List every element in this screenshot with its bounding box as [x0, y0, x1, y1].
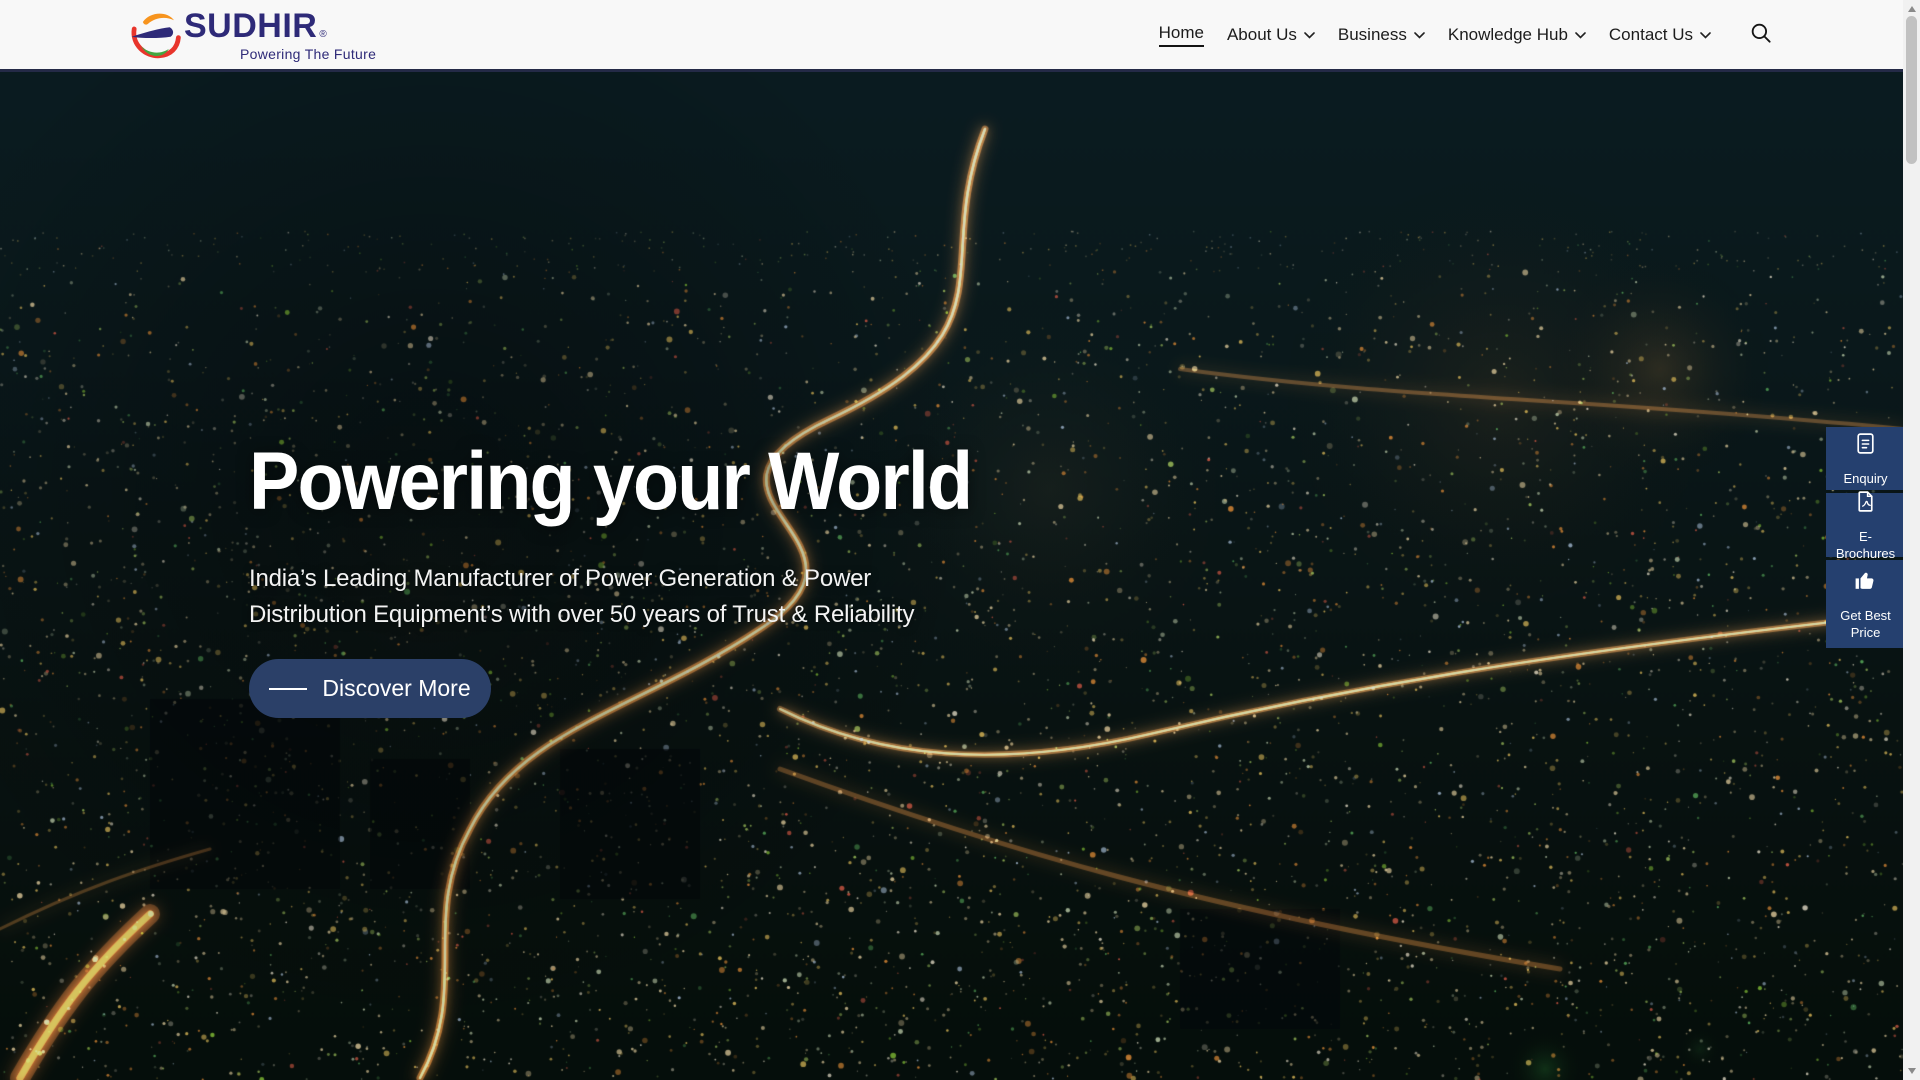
document-lines-icon — [1853, 431, 1878, 461]
scroll-up-arrow[interactable] — [1903, 2, 1920, 16]
site-header: SUDHIR ® Powering The Future Home About … — [0, 0, 1903, 69]
chevron-down-icon — [1304, 32, 1315, 39]
hero-section: Powering your World India’s Leading Manu… — [0, 69, 1903, 1080]
nav-item-knowledge-hub[interactable]: Knowledge Hub — [1448, 25, 1586, 45]
search-button[interactable] — [1748, 20, 1774, 49]
brand-name: SUDHIR — [184, 6, 318, 45]
search-icon — [1748, 20, 1774, 49]
brand-logo-icon — [129, 9, 181, 61]
nav-item-about-us[interactable]: About Us — [1227, 25, 1315, 45]
scrollbar-thumb[interactable] — [1906, 16, 1917, 164]
nav-item-business[interactable]: Business — [1338, 25, 1425, 45]
hero-divider — [0, 69, 1903, 72]
chevron-down-icon — [1700, 32, 1711, 39]
registered-mark: ® — [319, 28, 327, 40]
chevron-down-icon — [1414, 32, 1425, 39]
chevron-down-icon — [1575, 32, 1586, 39]
nav-item-home[interactable]: Home — [1158, 23, 1204, 47]
get-best-price-button[interactable]: Get Best Price — [1826, 560, 1905, 648]
hero-subheading: India’s Leading Manufacturer of Power Ge… — [249, 565, 915, 628]
main-nav: Home About Us Business Knowledge Hub Con… — [1158, 20, 1774, 49]
brand-logo[interactable]: SUDHIR ® Powering The Future — [129, 9, 376, 61]
floating-action-rail: Enquiry E-Brochures Get Best Price — [1826, 427, 1905, 648]
discover-more-button[interactable]: Discover More — [249, 659, 491, 718]
dash-icon — [269, 687, 308, 690]
enquiry-button[interactable]: Enquiry — [1826, 427, 1905, 490]
brand-tagline: Powering The Future — [240, 45, 377, 62]
hero-heading: Powering your World — [249, 436, 973, 527]
nav-item-contact-us[interactable]: Contact Us — [1609, 25, 1711, 45]
vertical-scrollbar[interactable] — [1903, 0, 1920, 1080]
thumbs-up-icon — [1853, 568, 1878, 598]
e-brochures-button[interactable]: E-Brochures — [1826, 490, 1905, 561]
pdf-file-icon — [1853, 489, 1878, 519]
scroll-down-arrow[interactable] — [1903, 1064, 1920, 1078]
